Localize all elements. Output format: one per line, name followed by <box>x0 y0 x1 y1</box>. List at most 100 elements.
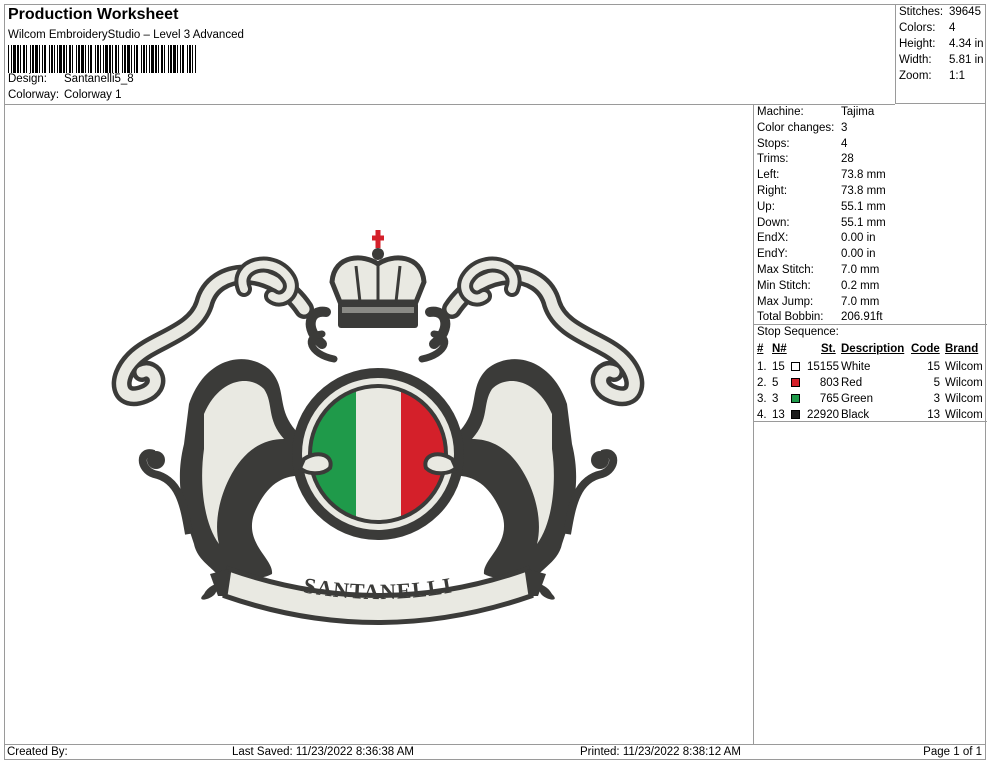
row-index: 4. <box>757 409 767 421</box>
row-index: 1. <box>757 361 767 373</box>
machine-info-row: Min Stitch: 0.2 mm <box>757 278 985 294</box>
machine-info-label: Total Bobbin: <box>757 311 824 324</box>
machine-info-value: 55.1 mm <box>841 200 886 213</box>
machine-info-label: Right: <box>757 185 788 197</box>
color-swatch <box>791 410 800 419</box>
colorway-label: Colorway: <box>8 89 60 101</box>
banner-text: SANTANELLI <box>302 572 454 604</box>
machine-info-row: Left: 73.8 mm <box>757 167 985 183</box>
col-header-st: St. <box>821 343 836 355</box>
needle-number: 13 <box>772 409 785 421</box>
stop-sequence-row: 2. 5 803 Red 5 Wilcom <box>754 375 987 391</box>
left-paw <box>297 452 333 476</box>
machine-info-value: 0.2 mm <box>841 279 880 292</box>
col-header-num: # <box>757 343 764 355</box>
needle-number: 5 <box>772 377 779 389</box>
machine-info-row: Color changes: 3 <box>757 120 985 136</box>
thread-code: 3 <box>933 393 940 405</box>
machine-info-value: 7.0 mm <box>841 264 880 276</box>
col-header-code: Code <box>911 343 940 355</box>
machine-info-label: Max Jump: <box>757 295 814 308</box>
stitch-count: 803 <box>819 377 839 389</box>
stat-row: Zoom: 1:1 <box>899 70 965 82</box>
last-saved: Last Saved: 11/23/2022 8:36:38 AM <box>232 746 415 758</box>
machine-info-row: Max Jump: 7.0 mm <box>757 294 985 310</box>
machine-info-row: Right: 73.8 mm <box>757 183 985 199</box>
printed-date: Printed: 11/23/2022 8:38:12 AM <box>580 746 741 758</box>
color-swatch <box>791 362 800 371</box>
color-description: Red <box>841 377 863 389</box>
name-banner: SANTANELLI <box>210 565 546 625</box>
machine-info-label: EndY: <box>757 248 788 261</box>
crown-emblem <box>329 230 427 328</box>
machine-info-value: 3 <box>841 121 848 134</box>
software-name: Wilcom EmbroideryStudio – Level 3 Advanc… <box>8 29 244 41</box>
page-title: Production Worksheet <box>8 6 179 23</box>
thread-brand: Wilcom <box>945 393 983 405</box>
right-lion-figure <box>433 359 618 600</box>
color-description: Green <box>841 393 873 405</box>
stop-sequence-row: 3. 3 765 Green 3 Wilcom <box>754 391 987 407</box>
colorway-value: Colorway 1 <box>64 89 122 101</box>
created-by: Created By: <box>7 746 68 758</box>
stat-row: Colors: 4 <box>899 22 956 34</box>
machine-info-value: 0.00 in <box>841 232 876 245</box>
row-index: 2. <box>757 377 767 389</box>
needle-number: 15 <box>772 361 785 373</box>
color-swatch <box>791 394 800 403</box>
machine-info-row: Stops: 4 <box>757 136 985 152</box>
stop-sequence-row: 4. 13 22920 Black 13 Wilcom <box>754 407 987 423</box>
col-header-brand: Brand <box>945 343 979 355</box>
machine-info-value: 206.91ft <box>841 311 883 324</box>
stop-sequence-row: 1. 15 15155 White 15 Wilcom <box>754 359 987 375</box>
barcode-image <box>8 45 196 73</box>
design-value: Santanelli5_8 <box>64 73 134 85</box>
machine-info-row: Total Bobbin: 206.91ft <box>757 309 985 325</box>
thread-code: 5 <box>933 377 940 389</box>
machine-info-value: Tajima <box>841 106 875 118</box>
color-description: White <box>841 361 871 373</box>
machine-info-label: Machine: <box>757 106 804 118</box>
color-description: Black <box>841 409 870 421</box>
machine-info-value: 73.8 mm <box>841 185 886 197</box>
stat-row: Height: 4.34 in <box>899 38 984 50</box>
machine-info-label: Left: <box>757 169 780 182</box>
stop-sequence-title: Stop Sequence: <box>757 326 839 338</box>
stitch-count: 765 <box>819 393 839 405</box>
machine-info-value: 0.00 in <box>841 248 876 261</box>
design-canvas: SANTANELLI <box>4 104 753 744</box>
machine-info-value: 4 <box>841 137 848 150</box>
machine-info-value: 28 <box>841 153 854 166</box>
color-swatch <box>791 378 800 387</box>
machine-info-row: Trims: 28 <box>757 151 985 167</box>
machine-info-row: EndX: 0.00 in <box>757 230 985 246</box>
machine-info-value: 55.1 mm <box>841 216 886 229</box>
machine-info-row: EndY: 0.00 in <box>757 246 985 262</box>
machine-info-row: Up: 55.1 mm <box>757 199 985 215</box>
thread-code: 15 <box>927 361 940 373</box>
machine-info-label: Min Stitch: <box>757 279 811 292</box>
design-label: Design: <box>8 73 47 85</box>
machine-info-row: Machine: Tajima <box>757 104 985 120</box>
left-lion-figure <box>138 359 323 600</box>
machine-info-value: 73.8 mm <box>841 169 886 182</box>
row-index: 3. <box>757 393 767 405</box>
stats-panel: Stitches: 39645 Colors: 4 Height: 4.34 in W… <box>895 4 986 104</box>
thread-code: 13 <box>927 409 940 421</box>
stop-sequence-table: Stop Sequence: # N# St. Description Code… <box>754 324 987 422</box>
stat-row: Stitches: 39645 <box>899 6 981 18</box>
stitch-count: 15155 <box>807 361 839 373</box>
machine-info-row: Down: 55.1 mm <box>757 215 985 231</box>
crest-embroidery-image: SANTANELLI <box>111 230 645 625</box>
stat-row: Width: 5.81 in <box>899 54 984 66</box>
machine-info-row: Max Stitch: 7.0 mm <box>757 262 985 278</box>
flag-white-stripe <box>356 388 401 520</box>
thread-brand: Wilcom <box>945 409 983 421</box>
worksheet-header: Production Worksheet Wilcom EmbroiderySt… <box>4 4 895 105</box>
machine-info-label: Max Stitch: <box>757 264 814 276</box>
page-number: Page 1 of 1 <box>923 746 982 758</box>
machine-info-label: Color changes: <box>757 121 835 134</box>
machine-info-label: Up: <box>757 200 775 213</box>
machine-info-label: EndX: <box>757 232 789 245</box>
machine-info-value: 7.0 mm <box>841 295 880 308</box>
